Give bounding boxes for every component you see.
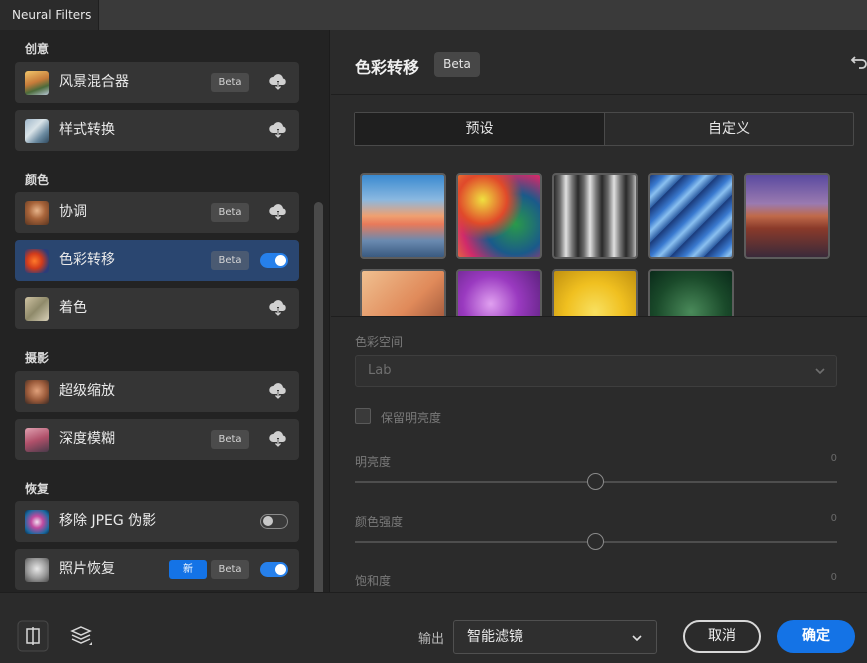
color-space-label: 色彩空间: [355, 335, 404, 349]
toggle-knob: [263, 516, 273, 526]
color-transfer-icon: [25, 249, 49, 273]
cloud-download-icon[interactable]: [268, 298, 288, 318]
preset-desert-road[interactable]: [744, 173, 830, 259]
filter-sidebar: 创意 风景混合器 Beta 样式转换 颜色 协调 Beta 色彩转移 Beta …: [0, 30, 330, 620]
panel-title: 色彩转移: [355, 58, 420, 77]
color-intensity-value: 0: [830, 513, 837, 524]
filter-item-label: 风景混合器: [59, 74, 129, 90]
landscape-mixer-icon: [25, 71, 49, 95]
tab-preset[interactable]: 预设: [355, 113, 604, 145]
ok-button[interactable]: 确定: [777, 620, 855, 653]
jpeg-artifact-toggle[interactable]: [260, 514, 288, 529]
beta-badge: Beta: [211, 73, 249, 92]
preset-bicycle-silhouette[interactable]: [360, 269, 446, 316]
color-intensity-slider-handle[interactable]: [587, 533, 604, 550]
preserve-luminance-label: 保留明亮度: [381, 411, 442, 425]
category-photography: 摄影: [25, 351, 50, 365]
luminance-label: 明亮度: [355, 455, 392, 469]
beta-badge: Beta: [211, 560, 249, 579]
filter-item-label: 照片恢复: [59, 561, 115, 577]
filter-item-label: 超级缩放: [59, 383, 115, 399]
category-creative: 创意: [25, 42, 50, 56]
photo-restoration-toggle[interactable]: [260, 562, 288, 577]
luminance-value: 0: [830, 453, 837, 464]
preset-purple-flowers[interactable]: [456, 269, 542, 316]
filter-item-label: 色彩转移: [59, 252, 115, 268]
cancel-button[interactable]: 取消: [683, 620, 761, 653]
cloud-download-icon[interactable]: [268, 120, 288, 140]
preset-gothic-hall[interactable]: [552, 173, 638, 259]
filter-settings-panel: 色彩转移 Beta 预设 自定义 色彩空间 Lab 保留明亮度 明亮度 0 颜色…: [331, 30, 867, 592]
output-value: 智能滤镜: [467, 629, 523, 645]
tab-custom[interactable]: 自定义: [604, 113, 853, 145]
filter-item-super-zoom[interactable]: 超级缩放: [15, 371, 299, 412]
filter-item-label: 移除 JPEG 伪影: [59, 513, 157, 529]
filter-item-photo-restoration[interactable]: 照片恢复 新 Beta: [15, 549, 299, 590]
panel-beta-badge: Beta: [434, 52, 480, 77]
category-color: 颜色: [25, 173, 50, 187]
cloud-download-icon[interactable]: [268, 202, 288, 222]
beta-badge: Beta: [211, 430, 249, 449]
color-space-select[interactable]: Lab: [355, 355, 837, 387]
super-zoom-icon: [25, 380, 49, 404]
cloud-download-icon[interactable]: [268, 381, 288, 401]
saturation-value: 0: [830, 572, 837, 583]
window-tab[interactable]: Neural Filters: [0, 0, 99, 30]
filter-item-jpeg-artifact-removal[interactable]: 移除 JPEG 伪影: [15, 501, 299, 542]
style-transfer-icon: [25, 119, 49, 143]
filter-item-label: 协调: [59, 204, 87, 220]
preset-green-leaves[interactable]: [648, 269, 734, 316]
preset-tabs: 预设 自定义: [354, 112, 854, 146]
beta-badge: Beta: [211, 203, 249, 222]
reset-icon[interactable]: [847, 54, 867, 74]
output-label: 输出: [418, 632, 445, 647]
chevron-down-icon: [815, 368, 825, 375]
filter-item-label: 样式转换: [59, 122, 115, 138]
beta-badge: Beta: [211, 251, 249, 270]
color-transfer-toggle[interactable]: [260, 253, 288, 268]
toggle-knob: [275, 255, 286, 266]
category-restoration: 恢复: [25, 482, 50, 496]
preset-yellow-flower[interactable]: [552, 269, 638, 316]
cloud-download-icon[interactable]: [268, 72, 288, 92]
toggle-knob: [275, 564, 286, 575]
filter-item-label: 深度模糊: [59, 431, 115, 447]
preset-gallery: [331, 160, 867, 316]
color-space-value: Lab: [368, 363, 392, 378]
depth-blur-icon: [25, 428, 49, 452]
cloud-download-icon[interactable]: [268, 429, 288, 449]
output-select[interactable]: 智能滤镜: [453, 620, 657, 654]
sidebar-scrollbar[interactable]: [314, 202, 323, 620]
filter-item-color-transfer[interactable]: 色彩转移 Beta: [15, 240, 299, 281]
luminance-slider-handle[interactable]: [587, 473, 604, 490]
filter-item-depth-blur[interactable]: 深度模糊 Beta: [15, 419, 299, 460]
preset-sunset-lake[interactable]: [360, 173, 446, 259]
filter-item-harmonization[interactable]: 协调 Beta: [15, 192, 299, 233]
panel-header: 色彩转移 Beta: [331, 30, 867, 95]
new-badge: 新: [169, 560, 207, 579]
harmonization-icon: [25, 201, 49, 225]
filter-item-label: 着色: [59, 300, 87, 316]
preset-blue-feathers[interactable]: [648, 173, 734, 259]
saturation-label: 饱和度: [355, 574, 392, 588]
preset-abstract-paint[interactable]: [456, 173, 542, 259]
photo-restoration-icon: [25, 558, 49, 582]
jpeg-artifact-icon: [25, 510, 49, 534]
preserve-luminance-checkbox[interactable]: [355, 408, 371, 424]
color-intensity-label: 颜色强度: [355, 515, 404, 529]
filter-item-style-transfer[interactable]: 样式转换: [15, 110, 299, 151]
footer-bar: 输出 智能滤镜 取消 确定: [0, 592, 867, 663]
filter-item-landscape-mixer[interactable]: 风景混合器 Beta: [15, 62, 299, 103]
layers-icon[interactable]: [65, 620, 97, 652]
title-bar: Neural Filters: [0, 0, 867, 30]
compare-view-icon[interactable]: [17, 620, 49, 652]
chevron-down-icon: [632, 635, 642, 642]
filter-item-colorize[interactable]: 着色: [15, 288, 299, 329]
colorize-icon: [25, 297, 49, 321]
section-divider: [331, 316, 867, 317]
